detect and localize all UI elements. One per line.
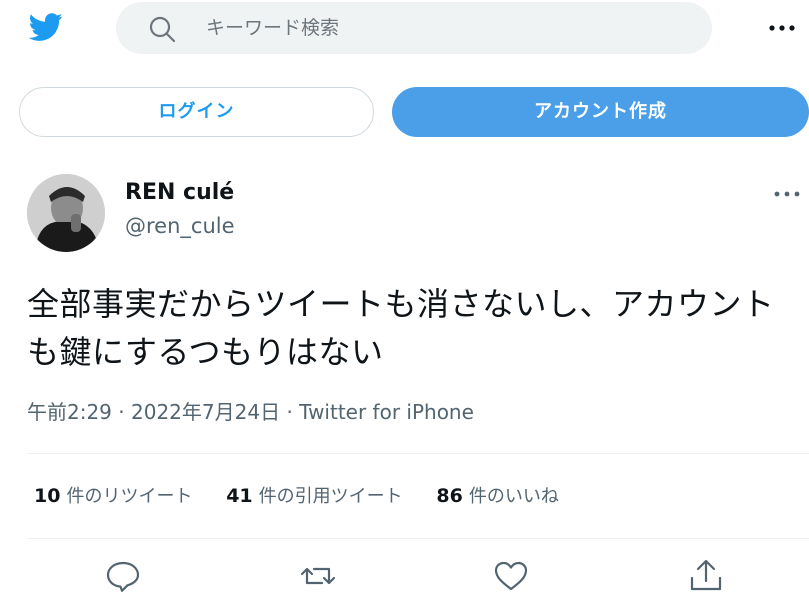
tweet-stats: 10 件のリツイート 41 件の引用ツイート 86 件のいいね (34, 482, 587, 508)
search-icon (148, 15, 176, 43)
like-icon[interactable] (491, 556, 531, 596)
tweet-meta: 午前2:29 · 2022年7月24日 · Twitter for iPhone (27, 396, 474, 425)
tweet-source[interactable]: Twitter for iPhone (299, 400, 474, 424)
twitter-bird-icon[interactable] (26, 10, 66, 44)
quote-count[interactable]: 41 件の引用ツイート (226, 482, 402, 508)
author-display-name[interactable]: REN culé (125, 180, 234, 205)
more-horizontal-icon[interactable] (764, 16, 800, 40)
search-input[interactable]: キーワード検索 (206, 2, 339, 54)
tweet-time[interactable]: 午前2:29 (27, 400, 112, 424)
tweet-more-icon[interactable] (770, 184, 804, 204)
login-button[interactable]: ログイン (19, 87, 374, 137)
meta-separator: · (286, 400, 300, 424)
meta-separator: · (118, 400, 131, 424)
divider (27, 453, 809, 454)
retweet-icon[interactable] (298, 556, 338, 596)
tweet-date[interactable]: 2022年7月24日 (131, 400, 280, 424)
search-bar[interactable]: キーワード検索 (116, 2, 712, 54)
author-handle[interactable]: @ren_cule (125, 214, 235, 238)
avatar[interactable] (27, 174, 105, 252)
like-count[interactable]: 86 件のいいね (436, 482, 558, 508)
divider (27, 538, 809, 539)
reply-icon[interactable] (103, 556, 143, 596)
retweet-count[interactable]: 10 件のリツイート (34, 482, 192, 508)
top-bar: キーワード検索 (0, 0, 809, 56)
tweet-text: 全部事実だからツイートも消さないし、アカウントも鍵にするつもりはない (27, 285, 775, 371)
signup-button[interactable]: アカウント作成 (392, 87, 809, 137)
share-icon[interactable] (686, 556, 726, 596)
